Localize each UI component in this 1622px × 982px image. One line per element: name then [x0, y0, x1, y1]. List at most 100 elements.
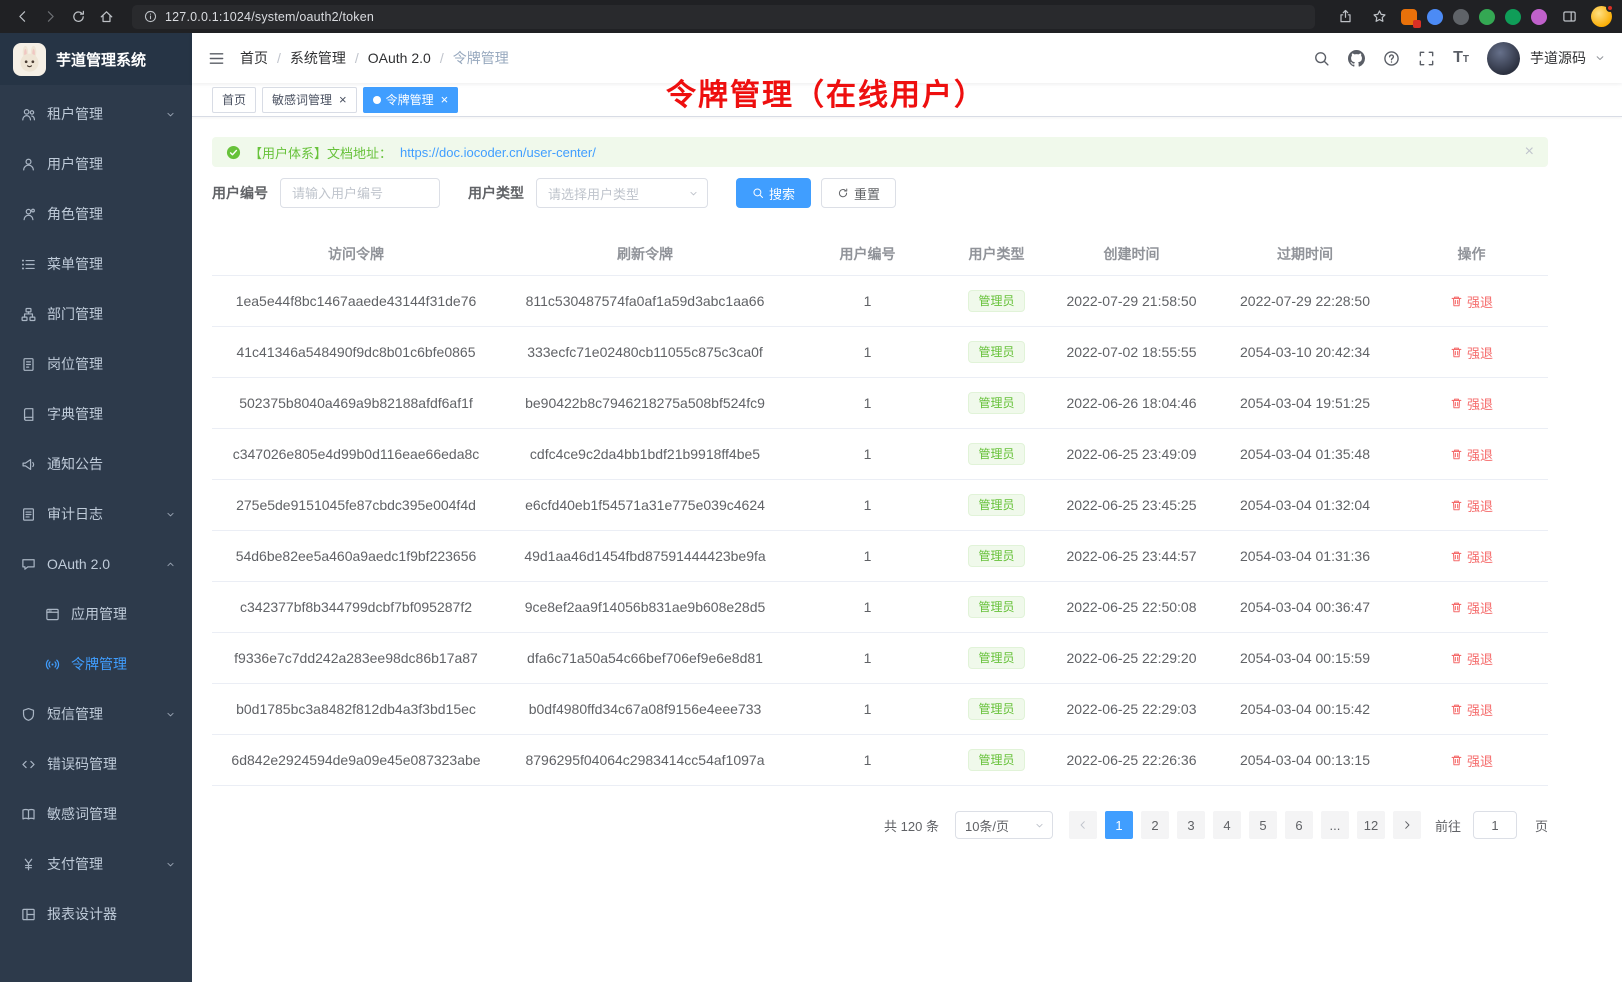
tab-home[interactable]: 首页 [212, 87, 256, 113]
cell-user-id: 1 [790, 684, 945, 735]
breadcrumb-item[interactable]: 系统管理 [290, 48, 346, 68]
page-button-4[interactable]: 4 [1213, 811, 1241, 839]
search-button[interactable]: 搜索 [736, 178, 811, 208]
sidebar-item-dept[interactable]: 部门管理 [0, 289, 192, 339]
page-button-5[interactable]: 5 [1249, 811, 1277, 839]
force-logout-button[interactable]: 强退 [1450, 292, 1493, 311]
extension-icon-orange[interactable] [1401, 9, 1417, 25]
table-row: 275e5de9151045fe87cbdc395e004f4de6cfd40e… [212, 480, 1548, 531]
force-logout-button[interactable]: 强退 [1450, 751, 1493, 770]
reload-button[interactable] [66, 5, 90, 29]
column-header: 用户类型 [945, 233, 1048, 276]
back-button[interactable] [10, 5, 34, 29]
page-button-1[interactable]: 1 [1105, 811, 1133, 839]
sidebar-item-audit-log[interactable]: 审计日志 [0, 489, 192, 539]
extension-icon-blue[interactable] [1427, 9, 1443, 25]
help-icon[interactable] [1383, 50, 1400, 67]
page-button-3[interactable]: 3 [1177, 811, 1205, 839]
force-logout-button[interactable]: 强退 [1450, 547, 1493, 566]
sidebar-item-menu[interactable]: 菜单管理 [0, 239, 192, 289]
prev-page-button[interactable] [1069, 811, 1097, 839]
sidebar-item-sensitive[interactable]: 敏感词管理 [0, 789, 192, 839]
browser-profile-avatar[interactable] [1591, 6, 1612, 27]
sidebar-item-error-code[interactable]: 错误码管理 [0, 739, 192, 789]
cell-user-id: 1 [790, 276, 945, 327]
sidebar-item-report[interactable]: 报表设计器 [0, 889, 192, 939]
cell-user-id: 1 [790, 429, 945, 480]
share-icon[interactable] [1333, 5, 1357, 29]
page-size-select[interactable]: 10条/页 [955, 811, 1053, 839]
breadcrumb-item[interactable]: OAuth 2.0 [368, 50, 431, 66]
tab-sensitive-word[interactable]: 敏感词管理× [262, 87, 357, 113]
tab-close-icon[interactable]: × [441, 93, 449, 106]
sidebar-item-oauth2[interactable]: OAuth 2.0 [0, 539, 192, 589]
cell-expire-time: 2054-03-10 20:42:34 [1215, 327, 1395, 378]
search-icon[interactable] [1313, 50, 1330, 67]
sidebar-item-oauth2-token[interactable]: 令牌管理 [0, 639, 192, 689]
sidebar-collapse-icon[interactable] [208, 50, 225, 67]
sidebar-item-oauth2-app[interactable]: 应用管理 [0, 589, 192, 639]
cell-action: 强退 [1395, 531, 1548, 582]
sidebar-item-tenant[interactable]: 租户管理 [0, 89, 192, 139]
cell-action: 强退 [1395, 735, 1548, 786]
fullscreen-icon[interactable] [1418, 50, 1435, 67]
force-logout-button[interactable]: 强退 [1450, 598, 1493, 617]
force-logout-button[interactable]: 强退 [1450, 700, 1493, 719]
force-logout-button[interactable]: 强退 [1450, 496, 1493, 515]
sidebar-item-role[interactable]: 角色管理 [0, 189, 192, 239]
logo-image [13, 43, 46, 76]
extension-icon-green[interactable] [1479, 9, 1495, 25]
tab-token[interactable]: 令牌管理× [363, 87, 459, 113]
sidebar-item-pay[interactable]: 支付管理 [0, 839, 192, 889]
user-name[interactable]: 芋道源码 [1530, 48, 1586, 68]
alert-close-icon[interactable]: × [1525, 144, 1534, 160]
alert-doc-link[interactable]: https://doc.iocoder.cn/user-center/ [400, 145, 596, 160]
column-header: 操作 [1395, 233, 1548, 276]
extension-icon-teal[interactable] [1505, 9, 1521, 25]
user-type-badge: 管理员 [968, 596, 1024, 618]
next-page-button[interactable] [1393, 811, 1421, 839]
trash-icon [1450, 448, 1463, 461]
sidebar-toggle-icon[interactable] [1557, 5, 1581, 29]
page-button-6[interactable]: 6 [1285, 811, 1313, 839]
reset-button[interactable]: 重置 [821, 178, 896, 208]
cell-refresh-token: 333ecfc71e02480cb11055c875c3ca0f [500, 327, 790, 378]
sidebar-item-post[interactable]: 岗位管理 [0, 339, 192, 389]
github-icon[interactable] [1348, 50, 1365, 67]
cell-expire-time: 2054-03-04 00:13:15 [1215, 735, 1395, 786]
site-info-icon[interactable] [142, 5, 158, 29]
breadcrumb-item[interactable]: 首页 [240, 48, 268, 68]
sidebar-item-dict[interactable]: 字典管理 [0, 389, 192, 439]
font-size-icon[interactable]: TT [1453, 49, 1469, 67]
user-type-select[interactable]: 请选择用户类型 [536, 178, 708, 208]
force-logout-label: 强退 [1467, 700, 1493, 719]
sidebar-item-notice[interactable]: 通知公告 [0, 439, 192, 489]
trash-icon [1450, 652, 1463, 665]
extension-icon-purple[interactable] [1531, 9, 1547, 25]
forward-button[interactable] [38, 5, 62, 29]
user-id-input[interactable] [280, 178, 440, 208]
force-logout-button[interactable]: 强退 [1450, 343, 1493, 362]
address-bar[interactable]: 127.0.0.1:1024/system/oauth2/token [132, 5, 1315, 29]
user-type-badge: 管理员 [968, 545, 1024, 567]
page-button-2[interactable]: 2 [1141, 811, 1169, 839]
cell-expire-time: 2054-03-04 01:35:48 [1215, 429, 1395, 480]
user-id-label: 用户编号 [212, 183, 268, 203]
app-logo[interactable]: 芋道管理系统 [0, 33, 192, 85]
force-logout-button[interactable]: 强退 [1450, 649, 1493, 668]
page-ellipsis[interactable]: ... [1321, 811, 1349, 839]
sidebar-item-sms[interactable]: 短信管理 [0, 689, 192, 739]
cell-refresh-token: be90422b8c7946218275a508bf524fc9 [500, 378, 790, 429]
user-avatar[interactable] [1487, 42, 1520, 75]
force-logout-button[interactable]: 强退 [1450, 394, 1493, 413]
home-button[interactable] [94, 5, 118, 29]
cell-expire-time: 2054-03-04 01:32:04 [1215, 480, 1395, 531]
sidebar: 芋道管理系统 租户管理用户管理角色管理菜单管理部门管理岗位管理字典管理通知公告审… [0, 33, 192, 982]
page-button-12[interactable]: 12 [1357, 811, 1385, 839]
extension-icon-dark[interactable] [1453, 9, 1469, 25]
goto-page-input[interactable] [1473, 811, 1517, 839]
force-logout-button[interactable]: 强退 [1450, 445, 1493, 464]
bookmark-star-icon[interactable] [1367, 5, 1391, 29]
sidebar-item-user[interactable]: 用户管理 [0, 139, 192, 189]
tab-close-icon[interactable]: × [339, 93, 347, 106]
